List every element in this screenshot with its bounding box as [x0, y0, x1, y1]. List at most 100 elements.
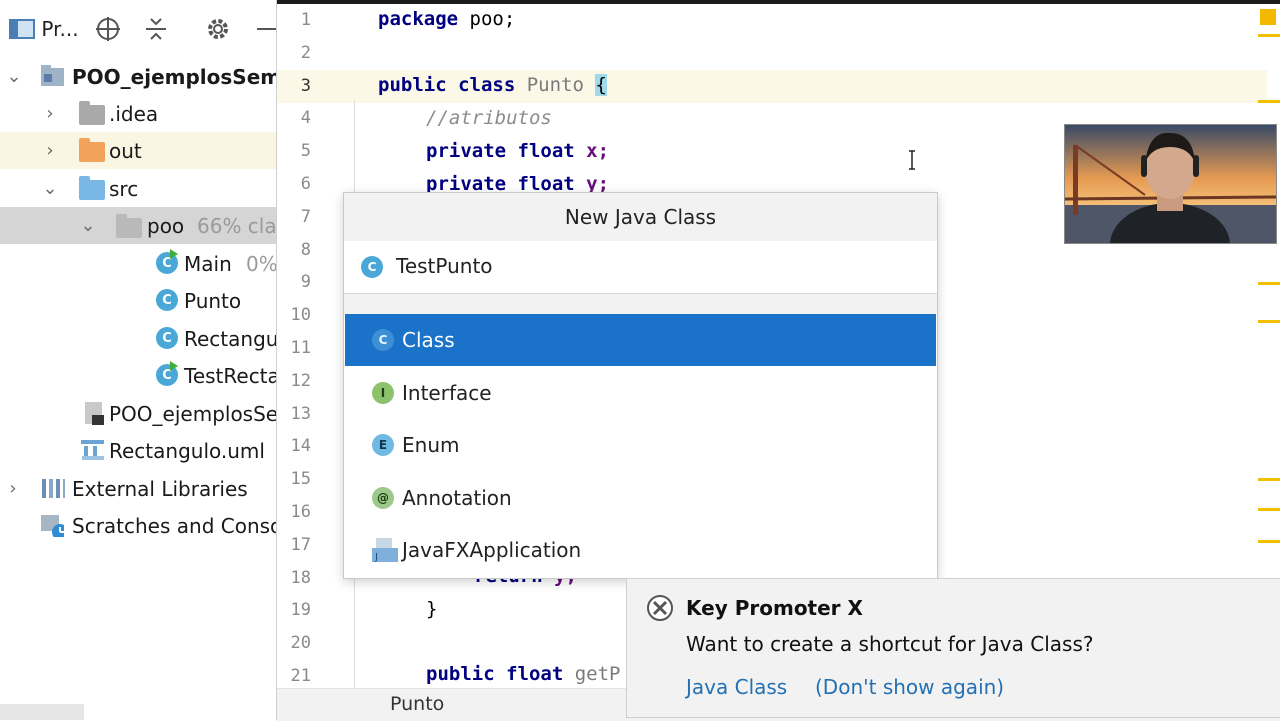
folder-icon [79, 138, 105, 162]
option-interface[interactable]: I Interface [345, 367, 936, 419]
dont-show-again-link[interactable]: (Don't show again) [815, 675, 1004, 699]
tree-item-uml-file[interactable]: Rectangulo.uml [0, 432, 276, 469]
line-number: 19 [290, 600, 311, 620]
keyword: public class [378, 74, 516, 96]
new-java-class-dialog: New Java Class C TestPunto C Class I Int… [343, 192, 938, 579]
webcam-overlay [1064, 124, 1277, 244]
line-number: 7 [300, 207, 311, 227]
code-line-6: private float y; [426, 173, 609, 192]
svg-text:J: J [374, 552, 378, 563]
title-strip [277, 0, 1280, 4]
line-number: 5 [300, 141, 311, 161]
uml-file-icon [81, 440, 104, 460]
option-label: Interface [402, 381, 492, 405]
class-name-input[interactable]: C TestPunto [344, 241, 937, 294]
line-number: 3 [300, 76, 311, 96]
option-javafx-application[interactable]: J JavaFXApplication [345, 524, 936, 576]
tree-item-label: Punto [184, 288, 242, 313]
libraries-icon [42, 479, 65, 498]
chevron-right-icon[interactable]: › [3, 478, 23, 499]
stripe-mark[interactable] [1258, 508, 1280, 511]
tree-item-external-libraries[interactable]: › External Libraries [0, 470, 276, 507]
tree-item-iml-file[interactable]: POO_ejemplosSe [0, 395, 276, 432]
breadcrumb-item[interactable]: Punto [390, 693, 444, 715]
stripe-mark[interactable] [1258, 282, 1280, 285]
tree-item-class-testrectangulo[interactable]: C TestRecta [0, 357, 276, 394]
tree-item-class-rectangulo[interactable]: C Rectangu [0, 320, 276, 357]
class-name-value[interactable]: TestPunto [396, 254, 493, 278]
code-line-5: private float x; [426, 140, 609, 162]
chevron-down-icon[interactable]: ⌄ [40, 178, 60, 199]
enum-icon: E [372, 434, 394, 456]
chevron-down-icon[interactable]: ⌄ [4, 66, 24, 87]
scratches-icon [41, 515, 64, 537]
chevron-down-icon[interactable]: ⌄ [78, 215, 98, 236]
option-annotation[interactable]: @ Annotation [345, 472, 936, 524]
stripe-mark[interactable] [1258, 320, 1280, 323]
stripe-mark[interactable] [1258, 34, 1280, 37]
tree-item-src[interactable]: ⌄ src [0, 170, 276, 207]
class-icon: C [156, 289, 178, 311]
gear-icon[interactable] [204, 12, 232, 46]
coverage-label: 66% clas [197, 213, 276, 238]
text-cursor-icon [908, 150, 916, 170]
folder-icon [79, 101, 105, 125]
option-enum[interactable]: E Enum [345, 419, 936, 471]
line-number: 8 [300, 240, 311, 260]
tree-item-class-main[interactable]: C Main 0% [0, 245, 276, 282]
iml-file-icon [85, 402, 104, 425]
tree-item-class-punto[interactable]: C Punto [0, 282, 276, 319]
keyword: private float [426, 173, 575, 192]
project-view-title[interactable]: Pr... [40, 12, 80, 46]
project-toolbar: Pr... [0, 0, 276, 58]
interface-icon: I [372, 382, 394, 404]
stripe-mark[interactable] [1258, 478, 1280, 481]
tree-item-label: External Libraries [72, 476, 248, 501]
tree-item-idea[interactable]: › .idea [0, 95, 276, 132]
stripe-mark[interactable] [1258, 100, 1280, 103]
code-line-4: //atributos [426, 107, 552, 129]
chevron-right-icon[interactable]: › [40, 140, 60, 161]
chevron-right-icon[interactable]: › [40, 103, 60, 124]
field-name: x; [574, 140, 610, 162]
option-class[interactable]: C Class [345, 314, 936, 366]
code-line-21: public float getP [426, 663, 620, 685]
warning-indicator-icon[interactable] [1260, 9, 1276, 25]
line-number: 16 [290, 502, 311, 522]
project-view-icon[interactable] [8, 12, 36, 46]
collapse-all-icon[interactable] [142, 12, 170, 46]
key-promoter-notification: Key Promoter X Want to create a shortcut… [626, 578, 1280, 718]
class-icon: C [372, 329, 394, 351]
line-number-gutter: 1 2 3 4 5 6 7 8 9 10 11 12 13 14 15 16 1… [277, 0, 353, 690]
tree-item-label: Scratches and Conso [72, 513, 276, 538]
tree-item-label: POO_ejemplosSe [109, 401, 276, 426]
line-number: 12 [290, 371, 311, 391]
tree-item-label: POO_ejemplosSema [72, 64, 276, 89]
tree-item-out[interactable]: › out [0, 132, 276, 169]
module-icon [41, 65, 64, 86]
line-number: 6 [300, 174, 311, 194]
tree-item-scratches[interactable]: Scratches and Conso [0, 507, 276, 544]
line-number: 2 [300, 43, 311, 63]
method-name: getP [563, 663, 621, 685]
run-marker-icon [170, 249, 178, 259]
option-label: JavaFXApplication [402, 538, 582, 562]
locate-icon[interactable] [94, 12, 122, 46]
field-name: y; [574, 173, 610, 192]
code-line-1: package poo; [378, 8, 515, 30]
code-line-19: } [426, 598, 438, 620]
source-folder-icon [79, 176, 105, 200]
line-number: 13 [290, 404, 311, 424]
tree-item-label: TestRecta [184, 363, 276, 388]
tree-item-package-poo[interactable]: ⌄ poo 66% clas [0, 207, 276, 244]
keyword: private float [426, 140, 575, 162]
horizontal-scrollbar[interactable] [0, 704, 84, 720]
line-number: 18 [290, 568, 311, 588]
create-shortcut-link[interactable]: Java Class [686, 675, 787, 699]
stripe-mark[interactable] [1258, 540, 1280, 543]
tree-item-label: Main [184, 251, 232, 276]
tree-item-module[interactable]: ⌄ POO_ejemplosSema [0, 58, 276, 95]
hide-icon[interactable] [254, 12, 276, 46]
brace-highlight: { [595, 74, 607, 96]
option-label: Enum [402, 433, 460, 457]
